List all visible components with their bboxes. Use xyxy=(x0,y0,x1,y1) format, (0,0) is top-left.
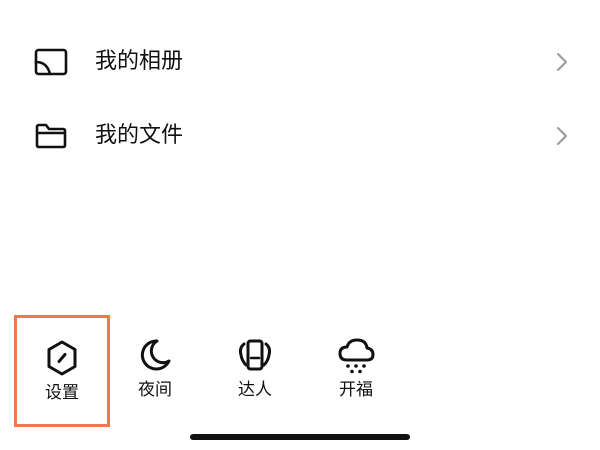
cut-off-icon xyxy=(48,0,62,2)
chevron-right-icon xyxy=(557,53,567,71)
menu-item-files[interactable]: 我的文件 xyxy=(0,106,600,166)
photo-album-icon xyxy=(34,48,68,76)
toolbar-item-settings[interactable]: 设置 xyxy=(14,315,110,427)
chevron-right-icon xyxy=(557,127,567,145)
toolbar-item-label: 设置 xyxy=(45,383,79,403)
bottom-toolbar: 设置 夜间 达人 开福 xyxy=(0,315,600,430)
toolbar-item-label: 开福 xyxy=(339,380,373,400)
toolbar-item-expert[interactable]: 达人 xyxy=(207,315,303,427)
menu-item-photo-album[interactable]: 我的相册 xyxy=(0,32,600,92)
toolbar-item-blessing[interactable]: 开福 xyxy=(308,315,404,427)
settings-hexagon-icon xyxy=(47,340,77,376)
toolbar-item-night-mode[interactable]: 夜间 xyxy=(107,315,203,427)
cloud-snow-icon xyxy=(338,338,375,374)
toolbar-item-label: 夜间 xyxy=(138,380,172,400)
home-indicator[interactable] xyxy=(190,434,410,440)
folder-icon xyxy=(35,123,67,149)
moon-icon xyxy=(140,339,171,371)
expert-badge-icon xyxy=(238,339,272,371)
toolbar-item-label: 达人 xyxy=(238,380,272,400)
menu-item-label: 我的相册 xyxy=(95,49,184,74)
menu-item-label: 我的文件 xyxy=(95,123,184,148)
screen: 我的相册 我的文件 设置 夜间 达人 开福 xyxy=(0,0,600,450)
